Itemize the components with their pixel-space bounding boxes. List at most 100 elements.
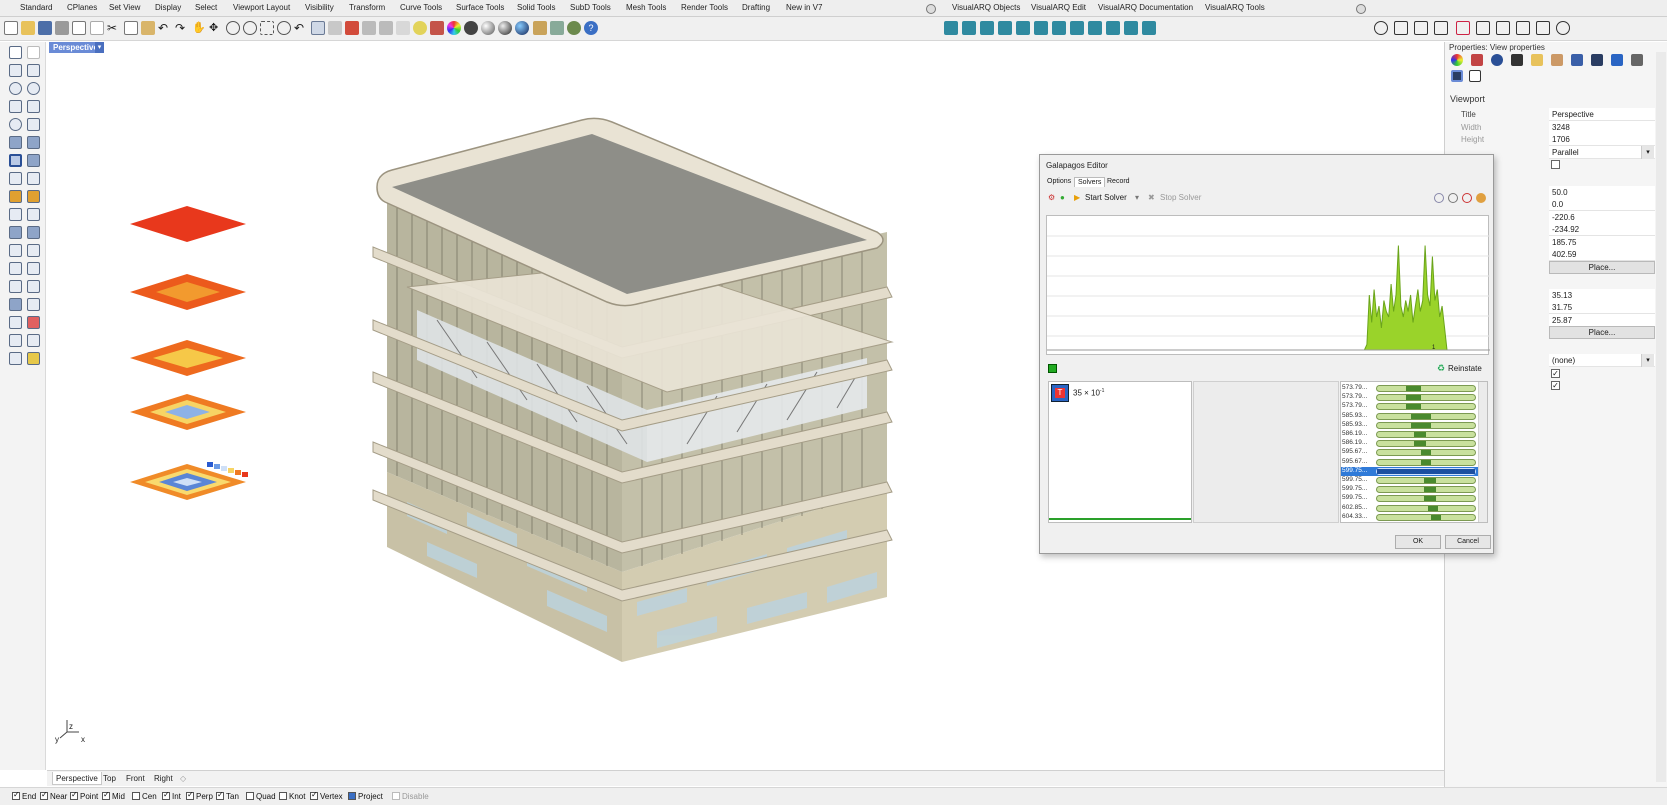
material-icon[interactable] xyxy=(1451,54,1463,66)
properties-scrollbar[interactable] xyxy=(1656,52,1666,782)
play-icon[interactable] xyxy=(1048,364,1057,373)
osnap-quad[interactable]: Quad xyxy=(246,792,276,801)
tab-solvers[interactable]: Solvers xyxy=(1074,177,1106,187)
camera-view-icon[interactable] xyxy=(1451,70,1463,82)
undo-view-icon[interactable]: ↶ xyxy=(294,21,308,35)
document-icon[interactable] xyxy=(72,21,86,35)
varq-column-icon[interactable] xyxy=(998,21,1012,35)
redo-icon[interactable]: ↷ xyxy=(175,21,189,35)
tab-record[interactable]: Record xyxy=(1104,177,1133,186)
osnap-knot[interactable]: Knot xyxy=(279,792,305,801)
tab-new-in-v7[interactable]: New in V7 xyxy=(786,3,822,12)
filter-icon[interactable] xyxy=(1456,21,1470,35)
stop-solver-icon[interactable]: ✖ xyxy=(1148,193,1155,202)
genome-row[interactable]: 595.67... xyxy=(1341,448,1479,457)
mesh-icon[interactable] xyxy=(9,172,22,185)
tab-visualarq-tools[interactable]: VisualARQ Tools xyxy=(1205,3,1265,12)
varq-window-icon[interactable] xyxy=(1034,21,1048,35)
osnap-project[interactable]: Project xyxy=(348,792,383,801)
osnap-vertex-checkbox[interactable] xyxy=(310,790,318,800)
genome-list[interactable]: 573.79... 573.79... 573.79... 585.93... 585.… xyxy=(1340,381,1488,523)
analyze-icon[interactable] xyxy=(9,316,22,329)
object-icon[interactable] xyxy=(1471,54,1483,66)
genome-row[interactable]: 599.75... xyxy=(1341,476,1479,485)
osnap-near[interactable]: Near xyxy=(40,790,67,801)
osnap-disable-checkbox[interactable] xyxy=(392,792,400,800)
settings-icon[interactable]: ⚙ xyxy=(1048,193,1055,202)
genome-row[interactable]: 599.75... xyxy=(1341,494,1479,503)
tab-cplanes[interactable]: CPlanes xyxy=(67,3,97,12)
osnap-cen-checkbox[interactable] xyxy=(132,792,140,800)
undo-icon[interactable]: ↶ xyxy=(158,21,172,35)
osnap-int-checkbox[interactable] xyxy=(162,790,170,800)
osnap-perp[interactable]: Perp xyxy=(186,790,213,801)
varq-curtain-wall-icon[interactable] xyxy=(962,21,976,35)
layer-icon[interactable] xyxy=(1571,54,1583,66)
tab-standard[interactable]: Standard xyxy=(20,3,52,12)
property-value[interactable]: 0.0 xyxy=(1549,198,1655,211)
rotate-object-icon[interactable] xyxy=(1394,21,1408,35)
properties-icon[interactable] xyxy=(90,21,104,35)
shaded-sphere-icon[interactable] xyxy=(464,21,478,35)
osnap-end-checkbox[interactable] xyxy=(12,790,20,800)
landscape-icon[interactable] xyxy=(1496,21,1510,35)
varq-door-icon[interactable] xyxy=(1016,21,1030,35)
osnap-quad-checkbox[interactable] xyxy=(246,792,254,800)
tab-visualarq-objects[interactable]: VisualARQ Objects xyxy=(952,3,1020,12)
tab-viewport-layout[interactable]: Viewport Layout xyxy=(233,3,290,12)
help-icon[interactable]: ? xyxy=(584,21,598,35)
options-icon[interactable] xyxy=(550,21,564,35)
layer-icon[interactable] xyxy=(9,334,22,347)
property-checkbox[interactable]: ✓ xyxy=(1551,381,1560,390)
light-bulb-icon[interactable] xyxy=(413,21,427,35)
tab-curve-tools[interactable]: Curve Tools xyxy=(400,3,442,12)
open-folder-icon[interactable] xyxy=(21,21,35,35)
varq-furniture-icon[interactable] xyxy=(1124,21,1138,35)
clock-icon[interactable] xyxy=(1448,193,1458,203)
tab-right[interactable]: Right xyxy=(154,774,173,783)
materials-icon[interactable] xyxy=(533,21,547,35)
circle-icon[interactable] xyxy=(9,82,22,95)
tab-transform[interactable]: Transform xyxy=(349,3,385,12)
timer-icon[interactable] xyxy=(1462,193,1472,203)
add-circle-icon[interactable] xyxy=(1556,21,1570,35)
dropdown-arrow-icon[interactable]: ▾ xyxy=(1135,193,1139,202)
genome-row[interactable]: 573.79... xyxy=(1341,384,1479,393)
property-checkbox[interactable]: ✓ xyxy=(1551,369,1560,378)
display-mode-icon[interactable] xyxy=(1434,193,1444,203)
start-solver-icon[interactable]: ▶ xyxy=(1074,193,1080,202)
tab-visualarq-documentation[interactable]: VisualARQ Documentation xyxy=(1098,3,1193,12)
print-icon[interactable] xyxy=(55,21,69,35)
surface-icon[interactable] xyxy=(9,136,22,149)
tab-top[interactable]: Top xyxy=(103,774,116,783)
tree-icon[interactable] xyxy=(1476,21,1490,35)
boolean-union-icon[interactable] xyxy=(9,226,22,239)
tab-mesh-tools[interactable]: Mesh Tools xyxy=(626,3,666,12)
varq-slab-icon[interactable] xyxy=(1070,21,1084,35)
lock-icon[interactable] xyxy=(430,21,444,35)
explode-icon[interactable] xyxy=(27,298,40,311)
varq-roof-icon[interactable] xyxy=(1088,21,1102,35)
varq-railing-icon[interactable] xyxy=(1106,21,1120,35)
polyline-icon[interactable] xyxy=(9,64,22,77)
pencil-icon[interactable] xyxy=(1551,54,1563,66)
osnap-point[interactable]: Point xyxy=(70,790,98,801)
stop-solver-button[interactable]: Stop Solver xyxy=(1160,193,1201,202)
reinstate-icon[interactable]: ♻ xyxy=(1437,363,1445,374)
render-icon[interactable] xyxy=(27,352,40,365)
free-curve-icon[interactable] xyxy=(27,118,40,131)
property-value[interactable]: 31.75 xyxy=(1549,301,1655,314)
dimension-icon[interactable] xyxy=(9,208,22,221)
property-value[interactable]: 1706 xyxy=(1549,133,1655,146)
select-arrow-icon[interactable] xyxy=(9,46,22,59)
zoom-extents-icon[interactable] xyxy=(260,21,274,35)
gear-icon[interactable] xyxy=(1356,4,1366,14)
solver-icon[interactable]: ● xyxy=(1060,193,1065,202)
genome-row[interactable]: 602.85... xyxy=(1341,504,1479,513)
place-button[interactable]: Place... xyxy=(1549,261,1655,274)
genome-row[interactable]: 585.93... xyxy=(1341,421,1479,430)
array-icon[interactable] xyxy=(9,280,22,293)
osnap-near-checkbox[interactable] xyxy=(40,790,48,800)
extrude-surface-icon[interactable] xyxy=(27,136,40,149)
varq-beam-icon[interactable] xyxy=(980,21,994,35)
